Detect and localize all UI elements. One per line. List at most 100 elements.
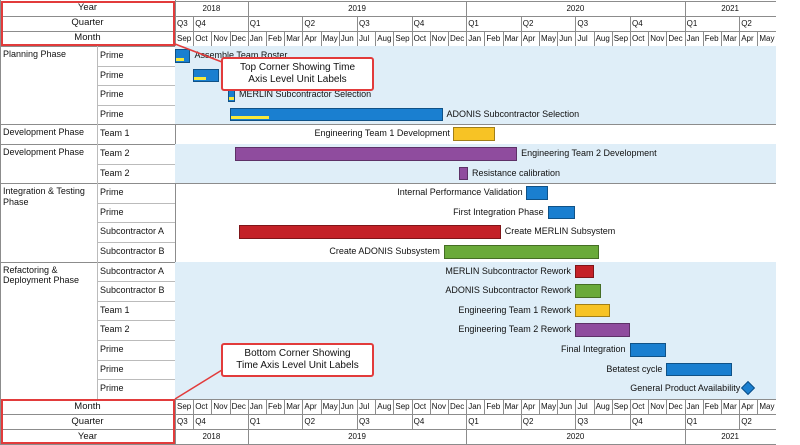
month-tick [593, 399, 595, 414]
month-label: Apr [522, 34, 536, 43]
month-tick [357, 31, 358, 46]
month-label: Aug [595, 402, 610, 411]
quarter-tick [357, 414, 358, 429]
team-label: Prime [100, 344, 124, 354]
month-label: Jul [359, 34, 370, 43]
month-label: Dec [450, 402, 465, 411]
month-label: Apr [522, 402, 536, 411]
phase-label: Integration & Testing Phase [3, 186, 85, 207]
quarter-label: Q2 [304, 417, 316, 426]
month-tick [357, 399, 358, 414]
quarter-tick [520, 414, 522, 429]
team-label: Prime [100, 383, 124, 394]
quarter-tick [739, 414, 741, 429]
team-label: Prime [100, 89, 124, 100]
year-label: 2020 [566, 4, 585, 13]
task-bar [235, 147, 518, 161]
month-tick [520, 399, 522, 414]
month-tick [320, 399, 322, 414]
month-label: Mar [504, 34, 519, 43]
month-label: Sep [395, 402, 410, 411]
team-label: Team 1 [100, 304, 130, 315]
left-border [0, 0, 1, 445]
quarter-label: Q3 [359, 417, 370, 426]
month-label: Jan [468, 34, 482, 43]
quarter-tick [175, 414, 176, 429]
month-tick [302, 399, 304, 414]
month-label: Jun [559, 402, 573, 411]
quarter-label: Q2 [741, 19, 752, 28]
month-label: Jan [249, 402, 263, 411]
task-label: MERLIN Subcontractor Selection [239, 89, 372, 100]
task-bar [575, 264, 594, 279]
quarter-tick [520, 16, 522, 31]
month-label: Apr [741, 402, 754, 411]
year-label: 2021 [721, 432, 739, 441]
month-label: Nov [650, 402, 665, 411]
month-tick [211, 31, 213, 46]
month-tick [266, 399, 267, 414]
team-column-divider [97, 46, 98, 399]
month-tick [702, 31, 704, 46]
month-tick [466, 399, 468, 414]
quarter-tick [630, 16, 631, 31]
month-tick [448, 399, 449, 414]
task-label: Engineering Team 1 Development [314, 128, 450, 139]
top-callout: Top Corner Showing Time Axis Level Unit … [221, 57, 374, 91]
quarter-label: Q4 [195, 19, 206, 28]
quarter-label: Q3 [577, 417, 589, 426]
month-tick [630, 399, 631, 414]
month-tick [557, 31, 559, 46]
month-label: Oct [413, 402, 427, 411]
month-tick [630, 31, 631, 46]
task-bar [453, 127, 496, 141]
quarter-tick [684, 16, 686, 31]
task-label: Engineering Team 1 Rework [458, 304, 572, 315]
task-label: Final Integration [561, 344, 626, 354]
month-label: Mar [286, 34, 300, 43]
task-bar [666, 362, 732, 377]
month-tick [575, 31, 577, 46]
month-tick [702, 399, 704, 414]
month-tick [411, 31, 413, 46]
month-tick [721, 31, 722, 46]
month-label: Dec [450, 34, 465, 43]
task-label: Internal Performance Validation [397, 187, 523, 198]
quarter-label: Q3 [577, 19, 589, 28]
gantt-chart: Year Quarter Month Month Quarter Year Pr… [0, 0, 800, 445]
month-label: Sep [177, 402, 192, 411]
team-label: Prime [100, 363, 124, 374]
team-label: Subcontractor B [100, 285, 165, 296]
month-tick [557, 399, 559, 414]
month-label: Jul [577, 34, 588, 43]
month-label: Apr [741, 34, 754, 43]
month-tick [338, 31, 340, 46]
task-bar [548, 205, 576, 220]
quarter-label: Q4 [413, 417, 425, 426]
month-tick [721, 399, 722, 414]
month-tick [211, 399, 213, 414]
quarter-label: Q1 [249, 19, 261, 28]
month-tick [175, 399, 176, 414]
quarter-label: Q1 [686, 19, 698, 28]
month-label: Nov [650, 34, 665, 43]
quarter-tick [466, 16, 468, 31]
team-label: Prime [100, 69, 124, 80]
task-label: First Integration Phase [453, 206, 544, 217]
team-label: Subcontractor A [100, 265, 165, 276]
task-label: ADONIS Subcontractor Selection [446, 108, 580, 119]
quarter-tick [575, 16, 577, 31]
year-label: 2019 [348, 4, 366, 13]
milestone-label: General Product Availability [630, 383, 741, 394]
row-separator [97, 85, 175, 87]
month-tick [429, 31, 431, 46]
row-separator [97, 163, 175, 165]
month-label: Oct [632, 34, 645, 43]
month-tick [284, 399, 286, 414]
quarter-label: Q4 [632, 19, 643, 28]
team-label: Prime [100, 206, 124, 217]
month-label: Sep [613, 34, 629, 43]
task-label: Resistance calibration [472, 167, 561, 178]
task-progress [176, 57, 185, 61]
team-label: Team 2 [100, 324, 130, 335]
